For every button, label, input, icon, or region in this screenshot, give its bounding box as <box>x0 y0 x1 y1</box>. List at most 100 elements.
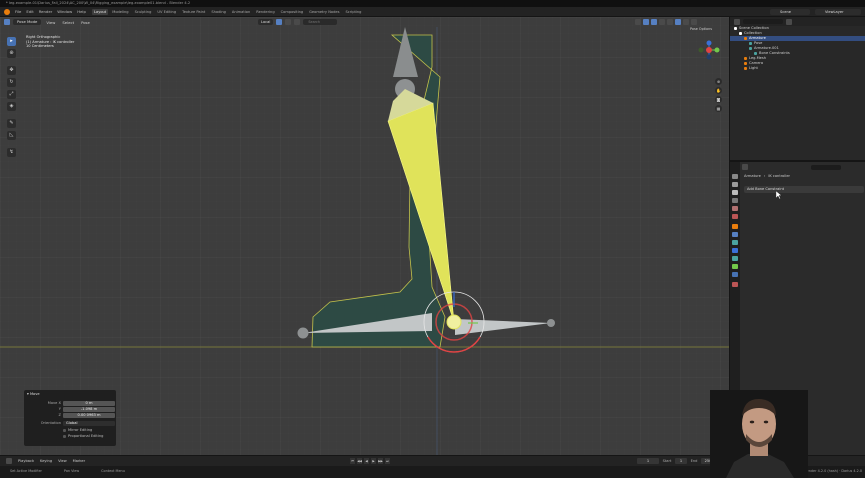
prev-key-icon[interactable]: ◀◀ <box>357 458 362 464</box>
gizmo-icon[interactable] <box>643 19 649 25</box>
axis-gizmo-icon[interactable] <box>693 40 725 76</box>
menu-help[interactable]: Help <box>77 9 86 15</box>
bone-constraints-tab-icon[interactable] <box>732 272 738 277</box>
move-tool-icon[interactable]: ✥ <box>7 66 16 75</box>
cursor-tool-icon[interactable]: ⊕ <box>7 49 16 58</box>
wireframe-shading-icon[interactable] <box>667 19 673 25</box>
jump-end-icon[interactable]: ⏭ <box>385 458 390 464</box>
tab-uv-editing[interactable]: UV Editing <box>155 9 178 15</box>
scene-selector[interactable]: Scene <box>770 9 810 15</box>
play-icon[interactable]: ▶ <box>371 458 376 464</box>
tool-tab-icon[interactable] <box>732 174 738 179</box>
viewport-menu-view[interactable]: View <box>44 20 57 25</box>
tab-scripting[interactable]: Scripting <box>343 9 363 15</box>
render-tab-icon[interactable] <box>732 182 738 187</box>
solid-shading-icon[interactable] <box>675 19 681 25</box>
viewport-search[interactable]: Search <box>303 19 338 25</box>
timeline-editor-icon[interactable] <box>6 458 12 464</box>
timeline-menu-keying[interactable]: Keying <box>40 458 52 464</box>
navigation-gizmo[interactable]: ⊕ ✋ ◙ ▦ <box>693 40 725 120</box>
annotate-tool-icon[interactable]: ✎ <box>7 119 16 128</box>
move-x-field[interactable]: 0 m <box>63 401 115 406</box>
add-bone-constraint-button[interactable]: Add Bone Constraint <box>744 186 864 193</box>
tab-compositing[interactable]: Compositing <box>279 9 306 15</box>
transform-orientation-dropdown[interactable]: Local <box>258 19 274 25</box>
jump-start-icon[interactable]: ⏮ <box>350 458 355 464</box>
timeline-menu-playback[interactable]: Playback <box>18 458 34 464</box>
scale-tool-icon[interactable]: ⤢ <box>7 90 16 99</box>
current-frame-field[interactable]: 1 <box>637 458 659 464</box>
menu-window[interactable]: Window <box>57 9 72 15</box>
measure-tool-icon[interactable]: ◺ <box>7 131 16 140</box>
pose-options-dropdown[interactable]: Pose Options <box>690 27 712 31</box>
transform-tool-icon[interactable]: ◈ <box>7 102 16 111</box>
blender-logo-icon[interactable] <box>4 9 10 15</box>
timeline-menu-marker[interactable]: Marker <box>73 458 85 464</box>
next-key-icon[interactable]: ▶▶ <box>378 458 383 464</box>
tab-animation[interactable]: Animation <box>230 9 252 15</box>
tab-shading[interactable]: Shading <box>209 9 228 15</box>
proportional-editing-checkbox[interactable]: Proportional Editing <box>63 434 103 439</box>
visibility-icon[interactable] <box>635 19 641 25</box>
outliner-panel: Scene Collection Collection Armature Pose Ar… <box>729 17 865 160</box>
outliner-editor-icon[interactable] <box>734 18 740 25</box>
output-tab-icon[interactable] <box>732 190 738 195</box>
move-y-field[interactable]: -1.098 m <box>63 407 115 412</box>
menu-render[interactable]: Render <box>39 9 53 15</box>
tab-modeling[interactable]: Modeling <box>110 9 130 15</box>
overlay-icon[interactable] <box>651 19 657 25</box>
viewport-menu-pose[interactable]: Pose <box>79 20 92 25</box>
texture-tab-icon[interactable] <box>732 282 738 287</box>
last-operator-panel[interactable]: ▾ Move Move X 0 m Y -1.098 m Z 0.00 0963… <box>24 390 116 446</box>
editor-type-icon[interactable] <box>4 19 10 25</box>
play-reverse-icon[interactable]: ◀ <box>364 458 369 464</box>
move-z-field[interactable]: 0.00 0963 m <box>63 413 115 418</box>
pan-hand-icon[interactable]: ✋ <box>715 87 722 94</box>
bone-roll-tool-icon[interactable]: ↯ <box>7 148 16 157</box>
view-layer-tab-icon[interactable] <box>732 198 738 203</box>
orientation-dropdown[interactable]: Global <box>63 421 115 426</box>
viewport-menu-select[interactable]: Select <box>60 20 76 25</box>
menu-edit[interactable]: Edit <box>26 9 33 15</box>
filter-icon[interactable] <box>294 19 301 25</box>
outliner-filter-icon[interactable] <box>786 18 792 25</box>
view-layer-selector[interactable]: ViewLayer <box>815 9 861 15</box>
world-tab-icon[interactable] <box>732 214 738 219</box>
constraints-tab-icon[interactable] <box>732 248 738 253</box>
window-title: * leg-example-01\Darius_Fall_2024\AC_200… <box>0 0 865 7</box>
modifiers-tab-icon[interactable] <box>732 232 738 237</box>
mode-dropdown[interactable]: Pose Mode <box>13 19 42 25</box>
start-frame-field[interactable]: 1 <box>675 458 687 464</box>
3d-viewport[interactable]: Pose Mode View Select Pose Local Search … <box>0 17 729 455</box>
tab-layout[interactable]: Layout <box>92 9 109 15</box>
zoom-icon[interactable]: ⊕ <box>715 78 722 85</box>
bone-tab-icon[interactable] <box>732 264 738 269</box>
armature-data-tab-icon[interactable] <box>732 256 738 261</box>
material-shading-icon[interactable] <box>683 19 689 25</box>
select-box-tool-icon[interactable]: ▸ <box>7 37 16 46</box>
scene-tab-icon[interactable] <box>732 206 738 211</box>
menu-file[interactable]: File <box>15 9 21 15</box>
camera-view-icon[interactable]: ◙ <box>715 96 722 103</box>
rotate-tool-icon[interactable]: ↻ <box>7 78 16 87</box>
properties-search[interactable] <box>811 164 841 170</box>
mirror-editing-checkbox[interactable]: Mirror Editing <box>63 428 92 433</box>
xray-icon[interactable] <box>659 19 665 25</box>
outliner-item[interactable]: Light <box>730 66 865 71</box>
tab-geometry-nodes[interactable]: Geometry Nodes <box>307 9 341 15</box>
snap-icon[interactable] <box>276 19 283 25</box>
tab-rendering[interactable]: Rendering <box>254 9 276 15</box>
viewport-header: Pose Mode View Select Pose <box>0 17 729 27</box>
rendered-shading-icon[interactable] <box>691 19 697 25</box>
properties-editor-icon[interactable] <box>742 164 748 170</box>
outliner-item-icon <box>744 56 747 60</box>
object-tab-icon[interactable] <box>732 224 738 229</box>
outliner-search[interactable] <box>743 19 783 24</box>
tab-texture-paint[interactable]: Texture Paint <box>180 9 207 15</box>
physics-tab-icon[interactable] <box>732 240 738 245</box>
perspective-toggle-icon[interactable]: ▦ <box>715 105 722 112</box>
tab-sculpting[interactable]: Sculpting <box>133 9 154 15</box>
timeline-menu-view[interactable]: View <box>58 458 67 464</box>
proportional-icon[interactable] <box>285 19 292 25</box>
operator-title[interactable]: ▾ Move <box>27 392 40 396</box>
